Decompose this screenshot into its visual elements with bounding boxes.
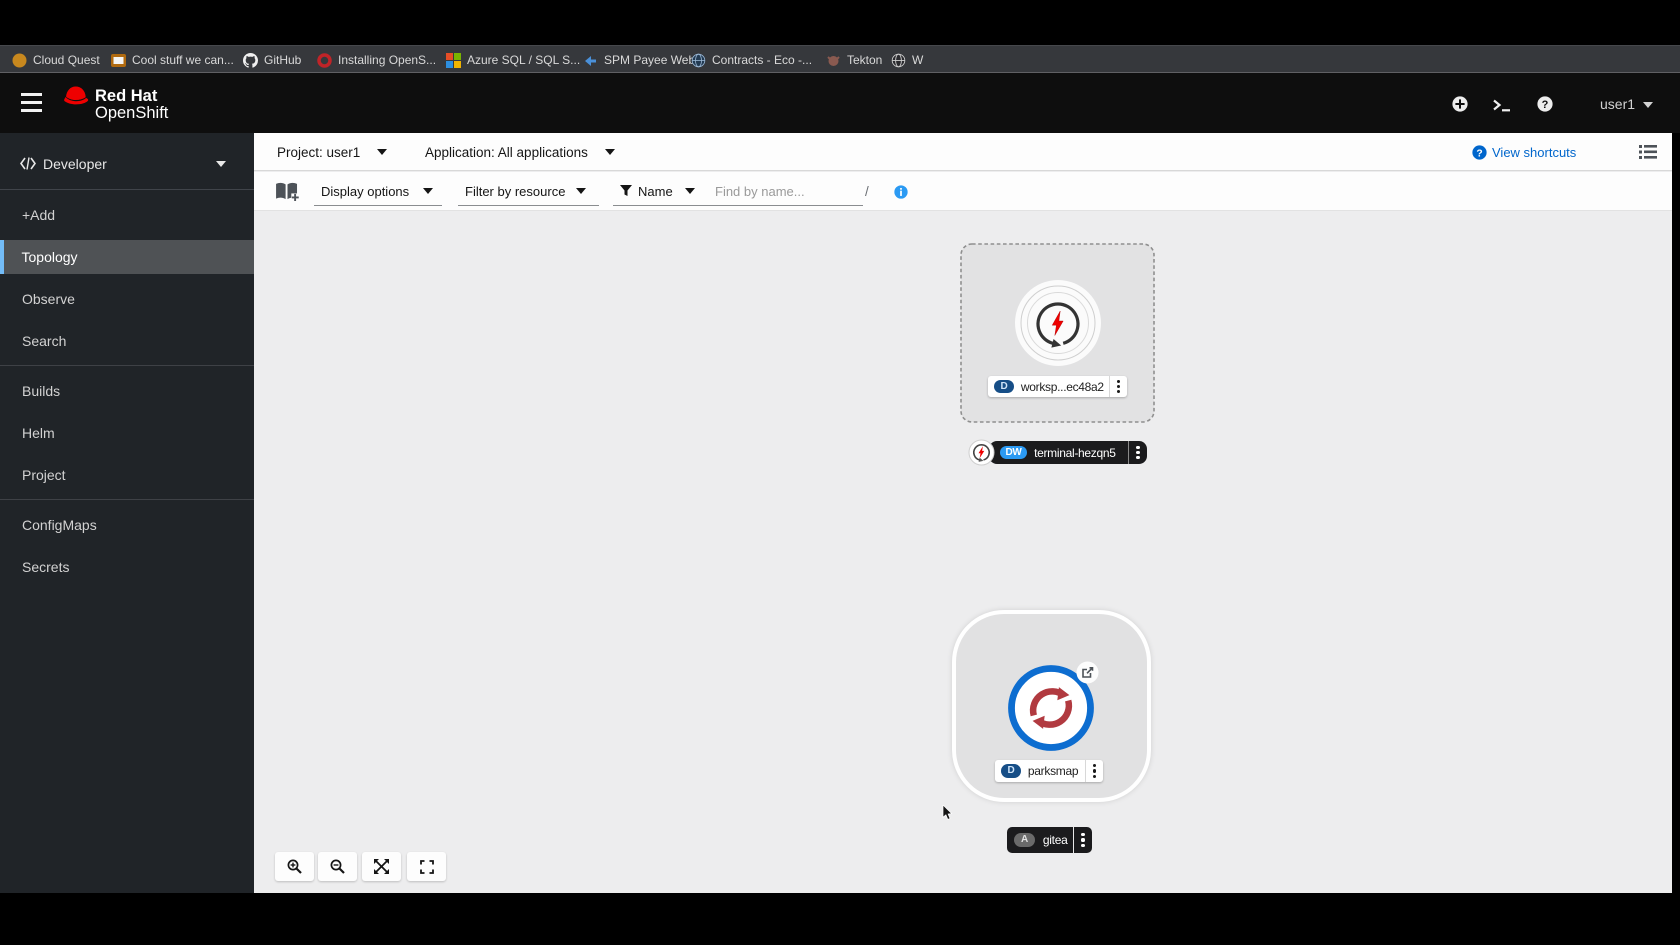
svg-text:?: ? [1542, 99, 1549, 111]
svg-text:?: ? [1476, 148, 1482, 159]
